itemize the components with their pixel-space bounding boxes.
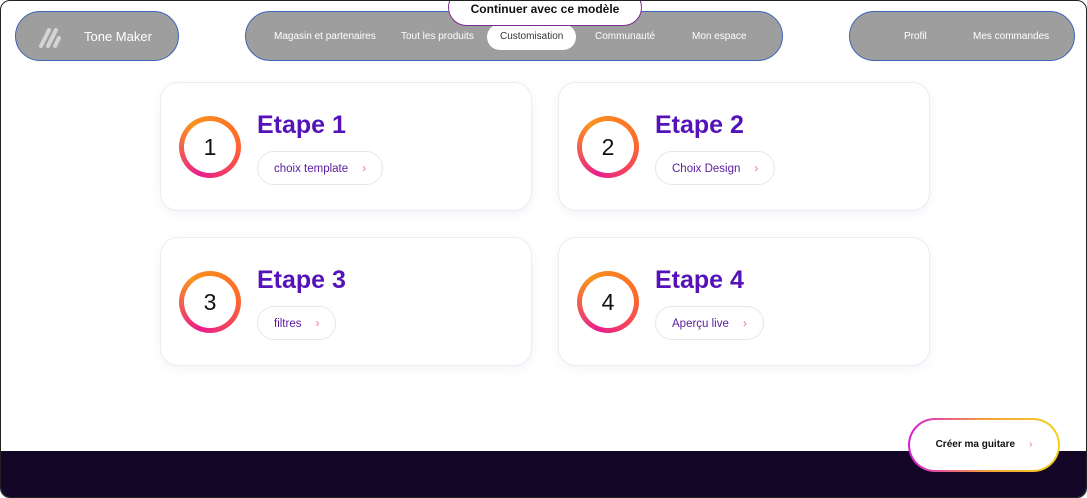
step-action-label: choix template	[274, 163, 349, 175]
step-card-2: 2 Etape 2 Choix Design ›	[558, 82, 930, 211]
brand-pill[interactable]: Tone Maker	[15, 11, 179, 61]
step-number: 1	[184, 121, 236, 173]
continue-button[interactable]: Continuer avec ce modèle	[448, 1, 642, 26]
step-number: 3	[184, 276, 236, 328]
step-card-4: 4 Etape 4 Aperçu live ›	[558, 237, 930, 366]
step-title: Etape 3	[257, 266, 346, 294]
step-action-button[interactable]: choix template ›	[257, 151, 384, 185]
nav-item-communaute[interactable]: Communauté	[595, 24, 655, 50]
step-action-button[interactable]: filtres ›	[257, 306, 337, 340]
step-card-1: 1 Etape 1 choix template ›	[160, 82, 532, 211]
step-action-button[interactable]: Aperçu live ›	[655, 306, 764, 340]
step-number-ring: 4	[577, 271, 639, 333]
nav-item-profil[interactable]: Profil	[904, 24, 927, 50]
step-action-label: filtres	[274, 318, 302, 330]
chevron-right-icon: ›	[754, 161, 759, 175]
nav-item-produits[interactable]: Tout les produits	[401, 24, 474, 50]
brand-logo-icon	[39, 28, 61, 48]
step-number: 2	[582, 121, 634, 173]
step-number-ring: 1	[179, 116, 241, 178]
step-title: Etape 4	[655, 266, 744, 294]
chevron-right-icon: ›	[362, 161, 367, 175]
step-number-ring: 3	[179, 271, 241, 333]
app-frame: Tone Maker Magasin et partenaires Tout l…	[0, 0, 1087, 498]
step-title: Etape 2	[655, 111, 744, 139]
step-action-button[interactable]: Choix Design ›	[655, 151, 776, 185]
nav-item-magasin[interactable]: Magasin et partenaires	[274, 24, 376, 50]
step-number-ring: 2	[577, 116, 639, 178]
brand-name: Tone Maker	[84, 29, 152, 44]
step-card-3: 3 Etape 3 filtres ›	[160, 237, 532, 366]
nav-item-customisation[interactable]: Customisation	[487, 24, 577, 50]
step-title: Etape 1	[257, 111, 346, 139]
step-action-label: Aperçu live	[672, 318, 729, 330]
create-guitar-button[interactable]: Créer ma guitare ›	[908, 418, 1060, 472]
step-action-label: Choix Design	[672, 163, 741, 175]
nav-item-commandes[interactable]: Mes commandes	[973, 24, 1049, 50]
create-guitar-label: Créer ma guitare	[935, 439, 1016, 450]
chevron-right-icon: ›	[1029, 439, 1033, 450]
chevron-right-icon: ›	[742, 316, 747, 330]
user-menu: Profil Mes commandes	[849, 11, 1075, 61]
chevron-right-icon: ›	[315, 316, 320, 330]
nav-item-mon-espace[interactable]: Mon espace	[692, 24, 746, 50]
step-number: 4	[582, 276, 634, 328]
